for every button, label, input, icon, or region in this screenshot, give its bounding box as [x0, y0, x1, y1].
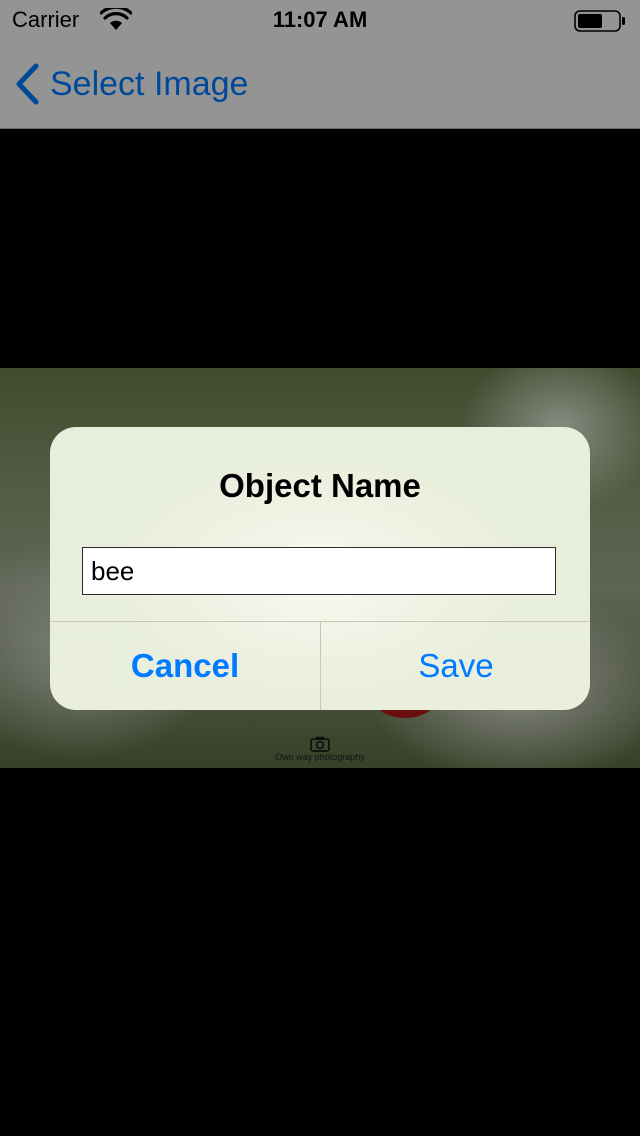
cancel-button[interactable]: Cancel [50, 622, 320, 710]
object-name-input[interactable] [82, 547, 556, 595]
object-name-alert: Object Name Cancel Save [50, 427, 590, 710]
alert-title: Object Name [219, 467, 421, 504]
save-button[interactable]: Save [321, 622, 590, 710]
screen: Carrier 11:07 AM Select Image Own way ph… [0, 0, 640, 1136]
